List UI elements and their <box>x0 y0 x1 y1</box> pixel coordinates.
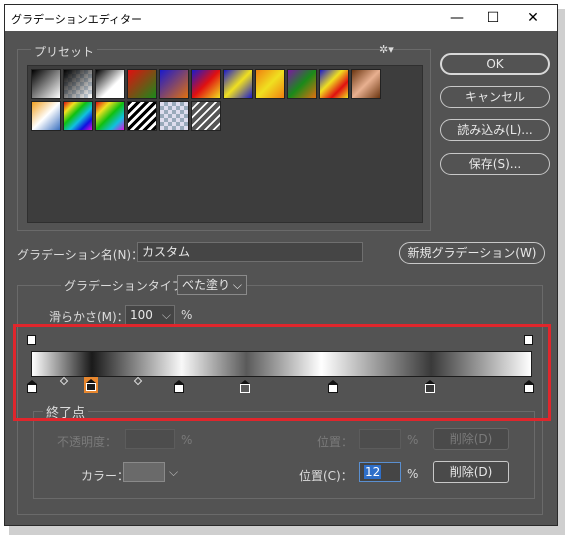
gradient-name-input[interactable]: カスタム <box>137 242 363 262</box>
gradient-type-value: べた塗り <box>182 278 231 292</box>
opacity-label: 不透明度： <box>57 435 118 449</box>
color-position-value: 12 <box>364 465 382 479</box>
preset-swatch[interactable] <box>223 69 253 99</box>
smoothness-unit: % <box>181 308 193 322</box>
stops-group <box>33 411 535 499</box>
preset-swatch[interactable] <box>95 69 125 99</box>
opacity-position-input <box>359 429 401 449</box>
gradient-name-label: グラデーション名(N)： <box>17 248 144 262</box>
color-position-label: 位置(C)： <box>299 469 353 483</box>
presets-label: プリセット <box>31 43 98 60</box>
preset-swatch[interactable] <box>191 101 221 131</box>
cancel-button[interactable]: キャンセル <box>440 86 550 108</box>
chevron-down-icon[interactable]: ⌵ <box>169 465 178 480</box>
new-gradient-button[interactable]: 新規グラデーション(W) <box>399 242 545 264</box>
preset-swatch[interactable] <box>319 69 349 99</box>
load-button[interactable]: 読み込み(L)... <box>440 119 550 141</box>
preset-swatch[interactable] <box>31 69 61 99</box>
chevron-down-icon[interactable]: ⌵ <box>162 306 171 324</box>
preset-swatch[interactable] <box>31 101 61 131</box>
preset-swatch[interactable] <box>95 101 125 131</box>
preset-swatch[interactable] <box>255 69 285 99</box>
preset-swatch[interactable] <box>63 69 93 99</box>
smoothness-label: 滑らかさ(M)： <box>49 310 129 324</box>
opacity-delete-button: 削除(D) <box>433 428 509 450</box>
preset-swatch[interactable] <box>127 101 157 131</box>
preset-swatch[interactable] <box>159 101 189 131</box>
title-bar: グラデーションエディター — ☐ ✕ <box>5 5 557 31</box>
preset-swatch-area <box>27 65 423 223</box>
opacity-select <box>125 429 175 449</box>
minimize-button[interactable]: — <box>437 5 477 31</box>
maximize-button[interactable]: ☐ <box>473 5 513 31</box>
preset-swatch[interactable] <box>287 69 317 99</box>
opacity-position-label: 位置： <box>317 435 354 449</box>
ok-button[interactable]: OK <box>440 53 550 75</box>
color-swatch[interactable] <box>123 462 165 482</box>
color-label: カラー： <box>81 469 130 483</box>
preset-swatch[interactable] <box>191 69 221 99</box>
save-button[interactable]: 保存(S)... <box>440 153 550 175</box>
opacity-position-unit: % <box>407 433 419 447</box>
window-title: グラデーションエディター <box>11 13 143 26</box>
smoothness-input[interactable]: 100 ⌵ <box>125 305 175 325</box>
close-button[interactable]: ✕ <box>513 5 553 31</box>
gradient-editor-dialog: グラデーションエディター — ☐ ✕ プリセット ✲▾ OK キャンセル 読み込… <box>4 4 558 526</box>
preset-swatch[interactable] <box>159 69 189 99</box>
gear-icon[interactable]: ✲▾ <box>379 43 394 56</box>
smoothness-value: 100 <box>130 308 153 322</box>
color-delete-button[interactable]: 削除(D) <box>433 461 509 483</box>
opacity-unit: % <box>181 433 193 447</box>
color-position-input[interactable]: 12 <box>359 462 401 482</box>
preset-swatch[interactable] <box>127 69 157 99</box>
annotation-highlight-box <box>13 324 551 421</box>
gradient-type-select[interactable]: べた塗り ⌵ <box>177 275 247 295</box>
chevron-down-icon: ⌵ <box>232 278 242 292</box>
preset-swatch[interactable] <box>351 69 381 99</box>
color-position-unit: % <box>407 467 419 481</box>
preset-swatch[interactable] <box>63 101 93 131</box>
